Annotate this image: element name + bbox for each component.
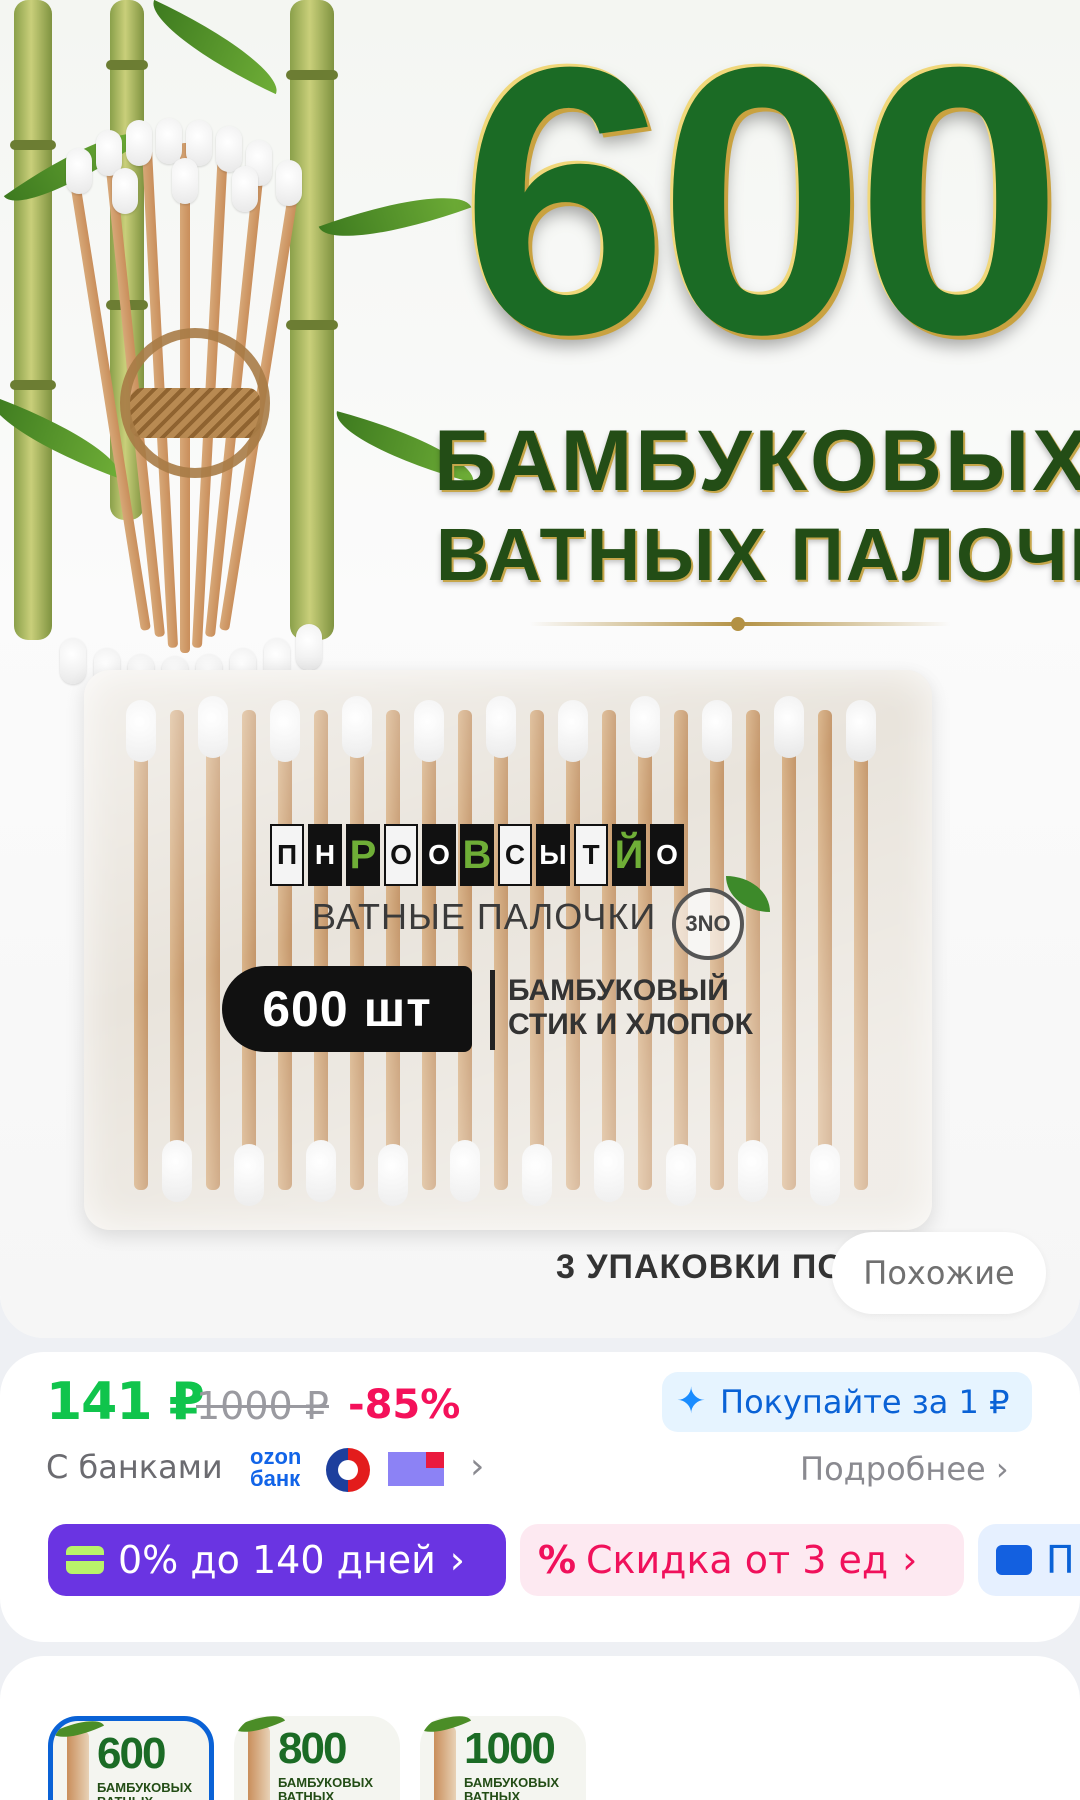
product-page: 600 БАМБУКОВЫХ ВАТНЫХ ПАЛОЧЕК bbox=[0, 0, 1080, 1800]
image-caption: 3 УПАКОВКИ ПО bbox=[556, 1248, 845, 1286]
variant-text: БАМБУКОВЫХ ВАТНЫХ ПАЛОЧЕК bbox=[278, 1775, 374, 1800]
bulk-discount-label: Скидка от 3 ед bbox=[586, 1538, 889, 1582]
package-title: ВАТНЫЕ ПАЛОЧКИ bbox=[312, 896, 657, 937]
calendar-card-icon bbox=[996, 1545, 1032, 1575]
details-link[interactable]: Подробнее › bbox=[800, 1450, 1009, 1488]
ornament-dot bbox=[731, 617, 745, 631]
delivery-chip[interactable]: П bbox=[978, 1524, 1080, 1596]
variant-text: БАМБУКОВЫХ ВАТНЫХ ПАЛОЧЕК bbox=[464, 1775, 560, 1800]
chevron-right-icon: › bbox=[449, 1538, 465, 1582]
package-divider bbox=[490, 970, 495, 1050]
variant-number: 1000 bbox=[464, 1724, 556, 1773]
payment-logo-icon bbox=[388, 1452, 444, 1486]
variant-800[interactable]: 800 БАМБУКОВЫХ ВАТНЫХ ПАЛОЧЕК bbox=[234, 1716, 400, 1800]
cotton-swab-bundle bbox=[60, 118, 330, 702]
brand-logo: П Н Р О О В С Ы Т Й О bbox=[270, 824, 684, 886]
similar-button[interactable]: Похожие bbox=[832, 1232, 1046, 1314]
sparkle-icon: ✦ bbox=[676, 1381, 707, 1422]
chevron-right-icon: › bbox=[902, 1538, 918, 1582]
ozon-bank-logo: ozon банк bbox=[250, 1444, 302, 1491]
installment-label: 0% до 140 дней bbox=[118, 1538, 436, 1582]
delivery-chip-label: П bbox=[1046, 1538, 1075, 1582]
variant-number: 800 bbox=[278, 1724, 347, 1773]
variant-number: 600 bbox=[97, 1729, 166, 1778]
package-count: 600 шт bbox=[222, 966, 472, 1052]
bank-offers-label[interactable]: С банками bbox=[46, 1448, 223, 1486]
current-price: 141 ₽ bbox=[46, 1372, 205, 1432]
chevron-right-icon: › bbox=[995, 1450, 1009, 1488]
percent-icon: % bbox=[538, 1538, 577, 1582]
quantity-headline: 600 bbox=[461, 0, 1063, 413]
chevron-right-icon[interactable]: › bbox=[470, 1446, 484, 1487]
variant-600[interactable]: 600 БАМБУКОВЫХ ВАТНЫХ ПАЛОЧЕК bbox=[48, 1716, 214, 1800]
old-price: 1000 ₽ bbox=[196, 1384, 329, 1428]
variant-1000[interactable]: 1000 БАМБУКОВЫХ ВАТНЫХ ПАЛОЧЕК bbox=[420, 1716, 586, 1800]
product-package bbox=[84, 670, 932, 1230]
buy-for-1-label: Покупайте за 1 ₽ bbox=[720, 1383, 1010, 1421]
variant-text: БАМБУКОВЫХ ВАТНЫХ ПАЛОЧЕК bbox=[97, 1780, 193, 1800]
headline-line1: БАМБУКОВЫХ bbox=[434, 413, 1080, 509]
bulk-discount-chip[interactable]: % Скидка от 3 ед › bbox=[520, 1524, 964, 1596]
eco-badge-icon: 3NO bbox=[672, 888, 744, 960]
buy-for-1-ruble-button[interactable]: ✦ Покупайте за 1 ₽ bbox=[662, 1372, 1032, 1432]
bank-logo-icon bbox=[326, 1448, 370, 1492]
product-image-gallery[interactable]: 600 БАМБУКОВЫХ ВАТНЫХ ПАЛОЧЕК bbox=[0, 0, 1080, 1338]
installment-chip[interactable]: 0% до 140 дней › bbox=[48, 1524, 506, 1596]
bamboo-stalk bbox=[10, 0, 56, 640]
discount-percent: -85% bbox=[348, 1382, 461, 1428]
package-subtitle: БАМБУКОВЫЙ СТИК И ХЛОПОК bbox=[508, 974, 753, 1041]
headline-line2: ВАТНЫХ ПАЛОЧЕК bbox=[436, 513, 1080, 596]
credit-card-icon bbox=[66, 1546, 104, 1574]
